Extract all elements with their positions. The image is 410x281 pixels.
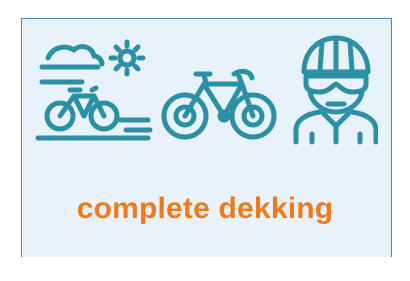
icon-row [30, 34, 378, 146]
cyclist-helmet-icon [293, 35, 378, 145]
racing-bicycle-icon [161, 68, 277, 140]
tagline-text: complete dekking [76, 192, 334, 225]
scenic-cycling-icon [35, 39, 153, 141]
